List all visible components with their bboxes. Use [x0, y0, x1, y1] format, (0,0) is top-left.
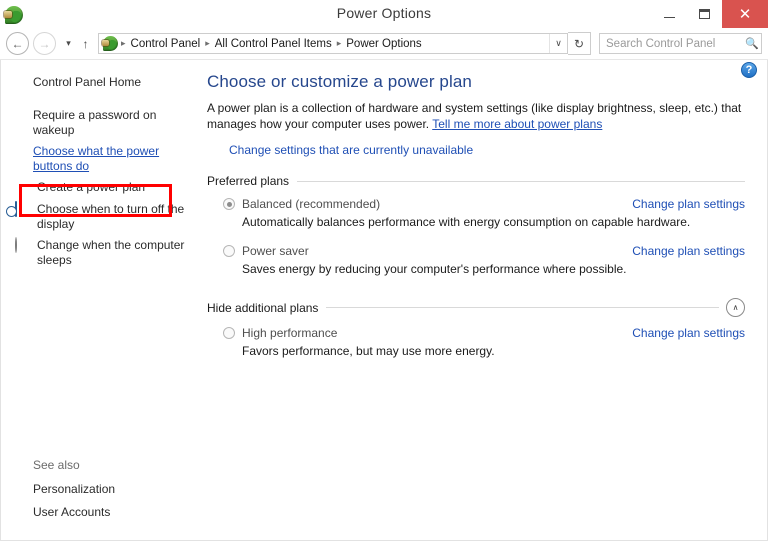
- sidebar-item-label: Change when the computer sleeps: [37, 238, 185, 267]
- change-plan-settings-link[interactable]: Change plan settings: [632, 326, 745, 340]
- breadcrumb-control-panel[interactable]: Control Panel: [127, 38, 205, 50]
- chevron-up-icon[interactable]: ∧: [726, 298, 745, 317]
- additional-plans-header: Hide additional plans ∧: [207, 298, 745, 317]
- sidebar-item-create-power-plan[interactable]: Create a power plan: [1, 177, 199, 199]
- radio-high-performance[interactable]: [223, 327, 235, 339]
- change-unavailable-settings-link: Change settings that are currently unava…: [229, 143, 474, 157]
- address-bar[interactable]: ▸ Control Panel ▸ All Control Panel Item…: [98, 33, 568, 54]
- shield-icon: [207, 142, 223, 158]
- plan-high-performance[interactable]: High performance Change plan settings Fa…: [207, 326, 745, 358]
- sidebar-item-control-panel-home[interactable]: Control Panel Home: [1, 72, 199, 93]
- plan-row: Power saver Change plan settings: [207, 244, 745, 258]
- change-plan-settings-link[interactable]: Change plan settings: [632, 197, 745, 211]
- search-input[interactable]: Search Control Panel: [600, 38, 743, 50]
- radio-power-saver[interactable]: [223, 245, 235, 257]
- minimize-button[interactable]: [652, 0, 687, 28]
- divider: [297, 180, 745, 182]
- search-box[interactable]: Search Control Panel 🔍: [599, 33, 762, 54]
- page-title: Choose or customize a power plan: [207, 72, 472, 91]
- sidebar-item-label: Choose what the power buttons do: [33, 144, 160, 173]
- breadcrumb-all-control-panel-items[interactable]: All Control Panel Items: [211, 38, 336, 50]
- chevron-down-icon[interactable]: ∨: [549, 34, 567, 53]
- sidebar-item-personalization[interactable]: Personalization: [1, 478, 199, 501]
- change-plan-settings-link[interactable]: Change plan settings: [632, 244, 745, 258]
- recent-locations-button[interactable]: ▾: [60, 33, 77, 54]
- plan-description: Favors performance, but may use more ene…: [242, 344, 495, 358]
- sidebar: Control Panel Home Require a password on…: [1, 60, 199, 540]
- refresh-button[interactable]: ↻: [568, 32, 591, 55]
- breadcrumb-power-options[interactable]: Power Options: [342, 38, 425, 50]
- minimize-icon: [664, 16, 675, 18]
- power-plug-icon: [4, 5, 23, 24]
- section-title: Hide additional plans: [207, 300, 319, 315]
- plan-name: Power saver: [242, 244, 309, 258]
- see-also-section: See also Personalization User Accounts: [1, 458, 199, 540]
- plan-power-saver[interactable]: Power saver Change plan settings Saves e…: [207, 244, 745, 276]
- main-content: ? Choose or customize a power plan A pow…: [199, 60, 767, 540]
- sidebar-item-user-accounts[interactable]: User Accounts: [1, 501, 199, 524]
- radio-balanced[interactable]: [223, 198, 235, 210]
- plan-description: Saves energy by reducing your computer's…: [242, 262, 627, 276]
- close-button[interactable]: ✕: [722, 0, 768, 28]
- moon-icon: [15, 237, 33, 254]
- plan-row: High performance Change plan settings: [207, 326, 745, 340]
- page-description: A power plan is a collection of hardware…: [207, 100, 742, 132]
- plan-name: Balanced (recommended): [242, 197, 381, 211]
- sidebar-item-turn-off-display[interactable]: Choose when to turn off the display: [1, 199, 199, 235]
- power-options-window: Power Options ✕ ← → ▾ ↑ ▸ Control Panel …: [0, 0, 768, 541]
- plan-description: Automatically balances performance with …: [242, 215, 691, 229]
- maximize-button[interactable]: [687, 0, 722, 28]
- forward-button[interactable]: →: [33, 32, 56, 55]
- divider: [326, 307, 719, 308]
- plan-row: Balanced (recommended) Change plan setti…: [207, 197, 745, 211]
- sidebar-item-label: Control Panel Home: [33, 75, 142, 89]
- title-bar: Power Options ✕: [0, 0, 768, 28]
- window-body: Control Panel Home Require a password on…: [0, 60, 768, 541]
- maximize-icon: [699, 9, 710, 19]
- plan-name: High performance: [242, 326, 338, 340]
- up-button[interactable]: ↑: [77, 33, 94, 54]
- sidebar-item-computer-sleeps[interactable]: Change when the computer sleeps: [1, 235, 199, 271]
- sidebar-item-label: Choose when to turn off the display: [37, 202, 185, 231]
- sidebar-item-label: Personalization: [33, 482, 116, 496]
- see-also-title: See also: [33, 458, 80, 472]
- shield-icon: [15, 180, 33, 196]
- close-icon: ✕: [738, 4, 752, 23]
- sidebar-item-power-buttons[interactable]: Choose what the power buttons do: [1, 141, 199, 177]
- sidebar-item-label: Create a power plan: [37, 180, 146, 194]
- change-unavailable-settings-row[interactable]: Change settings that are currently unava…: [207, 142, 745, 158]
- plan-balanced[interactable]: Balanced (recommended) Change plan setti…: [207, 197, 745, 229]
- power-plug-icon: [102, 36, 118, 51]
- learn-more-link[interactable]: Tell me more about power plans: [432, 117, 602, 131]
- back-button[interactable]: ←: [6, 32, 29, 55]
- preferred-plans-header: Preferred plans: [207, 174, 745, 188]
- section-title: Preferred plans: [207, 174, 290, 188]
- search-icon: 🔍: [745, 38, 759, 50]
- sidebar-item-require-password[interactable]: Require a password on wakeup: [1, 105, 199, 141]
- help-button[interactable]: ?: [741, 62, 757, 78]
- window-controls: ✕: [652, 0, 768, 28]
- help-icon: ?: [741, 62, 757, 78]
- navigation-bar: ← → ▾ ↑ ▸ Control Panel ▸ All Control Pa…: [0, 28, 768, 60]
- display-clock-icon: [15, 201, 33, 218]
- sidebar-item-label: User Accounts: [33, 505, 111, 519]
- sidebar-item-label: Require a password on wakeup: [33, 108, 157, 137]
